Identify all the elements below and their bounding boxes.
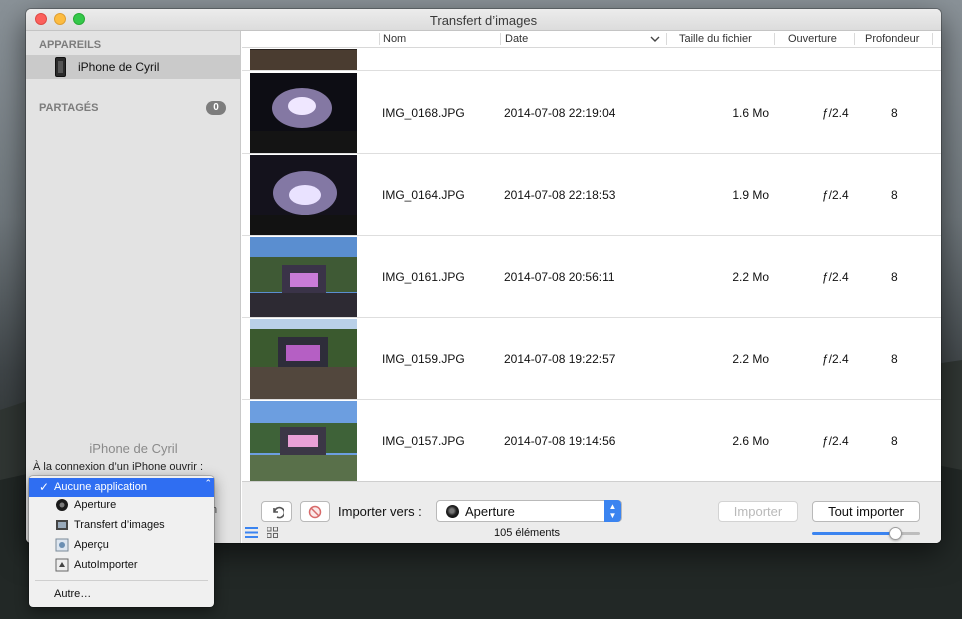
file-depth: 8	[891, 106, 898, 120]
table-row[interactable]: IMG_0168.JPG 2014-07-08 22:19:04 1.6 Mo …	[242, 72, 941, 154]
aperture-icon	[55, 498, 69, 512]
chevron-updown-icon: ⌃	[204, 478, 212, 488]
rotate-left-icon	[272, 506, 285, 519]
image-thumbnail	[250, 73, 357, 153]
file-depth: 8	[891, 188, 898, 202]
column-depth[interactable]: Profondeur	[865, 33, 919, 45]
aperture-icon	[446, 505, 459, 518]
preview-icon	[55, 538, 69, 552]
file-name: IMG_0168.JPG	[382, 106, 465, 120]
item-count: 105 éléments	[493, 527, 561, 539]
column-separator	[932, 33, 933, 45]
window-title: Transfert d’images	[429, 13, 538, 28]
column-name[interactable]: Nom	[383, 33, 406, 45]
file-size: 2.2 Mo	[732, 270, 769, 284]
titlebar: Transfert d’images	[26, 9, 941, 31]
column-separator	[666, 33, 667, 45]
column-aperture[interactable]: Ouverture	[788, 33, 837, 45]
menu-item-label: Aperture	[74, 499, 117, 511]
import-button[interactable]: Importer	[718, 501, 798, 522]
menu-separator	[35, 580, 208, 581]
file-name: IMG_0159.JPG	[382, 352, 465, 366]
file-aperture: ƒ/2.4	[822, 106, 849, 120]
file-aperture: ƒ/2.4	[822, 270, 849, 284]
file-name: IMG_0157.JPG	[382, 434, 465, 448]
column-date[interactable]: Date	[505, 33, 528, 45]
file-name: IMG_0161.JPG	[382, 270, 465, 284]
table-row[interactable]: IMG_0157.JPG 2014-07-08 19:14:56 2.6 Mo …	[242, 400, 941, 481]
image-capture-window: Transfert d’images APPAREILS iPhone de C…	[26, 9, 941, 543]
sidebar: APPAREILS iPhone de Cyril PARTAGÉS 0 iPh…	[26, 31, 241, 543]
table-row[interactable]	[242, 49, 941, 71]
slider-knob[interactable]	[889, 527, 902, 540]
file-date: 2014-07-08 20:56:11	[504, 270, 615, 284]
menu-item-label: Aucune application	[54, 481, 147, 493]
file-depth: 8	[891, 352, 898, 366]
rotate-button[interactable]	[261, 501, 292, 522]
menu-item-label: AutoImporter	[74, 559, 138, 571]
column-separator	[379, 33, 380, 45]
menu-item-label: Transfert d’images	[74, 519, 165, 531]
import-destination-value: Aperture	[465, 504, 515, 519]
autoimporter-icon	[55, 558, 69, 572]
menu-item-aperture[interactable]: Aperture	[29, 496, 214, 515]
file-date: 2014-07-08 22:18:53	[504, 188, 616, 202]
image-list[interactable]: IMG_0168.JPG 2014-07-08 22:19:04 1.6 Mo …	[242, 49, 941, 481]
main-content: Nom Date Taille du fichier Ouverture Pro…	[242, 31, 941, 543]
menu-item-other[interactable]: Autre…	[54, 588, 91, 600]
bottom-toolbar: Importer vers : Aperture ▲ ▼ Importer Tou…	[242, 481, 941, 543]
table-row[interactable]: IMG_0159.JPG 2014-07-08 19:22:57 2.2 Mo …	[242, 318, 941, 400]
menu-item-label: Aperçu	[74, 539, 109, 551]
file-name: IMG_0164.JPG	[382, 188, 465, 202]
chevron-down-icon	[650, 36, 660, 42]
file-date: 2014-07-08 19:14:56	[504, 434, 616, 448]
menu-item-preview[interactable]: Aperçu	[29, 536, 214, 555]
menu-item-no-application[interactable]: ✓ Aucune application ⌃	[29, 478, 214, 497]
file-aperture: ƒ/2.4	[822, 352, 849, 366]
image-thumbnail	[250, 319, 357, 399]
file-size: 1.6 Mo	[732, 106, 769, 120]
image-thumbnail	[250, 401, 357, 481]
sidebar-item-iphone[interactable]: iPhone de Cyril	[26, 55, 241, 79]
no-entry-icon	[308, 505, 322, 519]
column-file-size[interactable]: Taille du fichier	[679, 33, 752, 45]
column-separator	[500, 33, 501, 45]
column-separator	[774, 33, 775, 45]
file-depth: 8	[891, 270, 898, 284]
select-stepper-icon: ▲ ▼	[604, 500, 621, 522]
device-label: iPhone de Cyril	[78, 60, 160, 74]
menu-item-autoimporter[interactable]: AutoImporter	[29, 556, 214, 575]
import-all-button[interactable]: Tout importer	[812, 501, 920, 522]
import-destination-select[interactable]: Aperture ▲ ▼	[436, 500, 622, 522]
checkmark-icon: ✓	[39, 480, 50, 494]
footer-device-name: iPhone de Cyril	[89, 441, 178, 456]
shared-count-badge: 0	[206, 101, 226, 115]
table-row[interactable]: IMG_0161.JPG 2014-07-08 20:56:11 2.2 Mo …	[242, 236, 941, 318]
slider-fill	[812, 532, 895, 535]
iphone-icon	[55, 57, 66, 77]
column-header: Nom Date Taille du fichier Ouverture Pro…	[242, 31, 941, 48]
image-thumbnail	[250, 155, 357, 235]
thumbnail-size-slider[interactable]	[812, 527, 920, 540]
file-aperture: ƒ/2.4	[822, 434, 849, 448]
file-size: 2.2 Mo	[732, 352, 769, 366]
connect-open-label: À la connexion d’un iPhone ouvrir :	[33, 461, 203, 473]
shared-header: PARTAGÉS	[39, 102, 99, 114]
file-date: 2014-07-08 19:22:57	[504, 352, 616, 366]
table-row[interactable]: IMG_0164.JPG 2014-07-08 22:18:53 1.9 Mo …	[242, 154, 941, 236]
file-size: 2.6 Mo	[732, 434, 769, 448]
file-aperture: ƒ/2.4	[822, 188, 849, 202]
column-separator	[854, 33, 855, 45]
delete-button[interactable]	[300, 501, 330, 522]
file-date: 2014-07-08 22:19:04	[504, 106, 616, 120]
import-to-label: Importer vers :	[338, 504, 422, 519]
menu-item-image-capture[interactable]: Transfert d’images	[29, 516, 214, 535]
image-thumbnail	[250, 237, 357, 317]
file-depth: 8	[891, 434, 898, 448]
open-app-dropdown-menu[interactable]: ✓ Aucune application ⌃ Aperture Transfer…	[29, 476, 214, 607]
file-size: 1.9 Mo	[732, 188, 769, 202]
devices-header: APPAREILS	[39, 39, 102, 51]
image-thumbnail	[250, 49, 357, 70]
image-capture-icon	[55, 518, 69, 532]
